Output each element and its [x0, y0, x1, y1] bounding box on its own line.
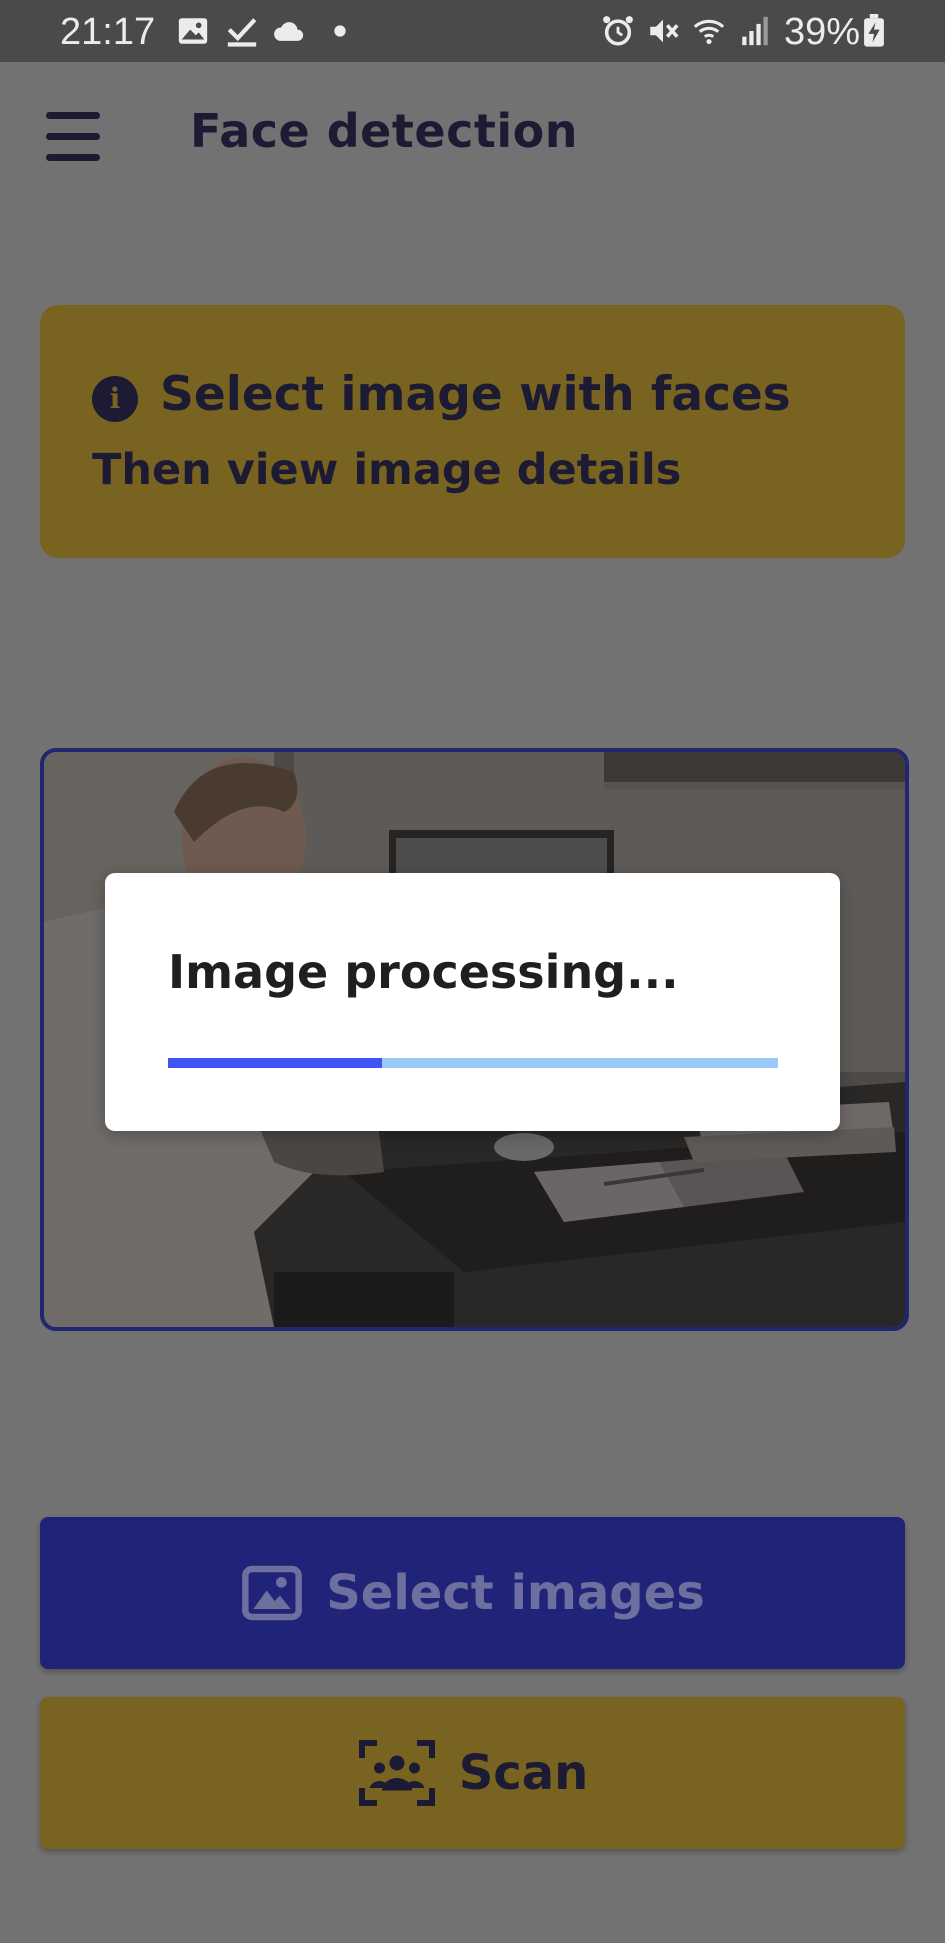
select-images-button[interactable]: Select images [40, 1517, 905, 1669]
check-icon [227, 18, 257, 47]
select-images-label: Select images [326, 1565, 705, 1621]
processing-dialog: Image processing... [105, 873, 840, 1131]
wifi-icon [693, 19, 725, 45]
progress-bar [168, 1058, 778, 1068]
info-subtitle: Then view image details [92, 445, 682, 495]
battery-charging-icon [864, 14, 884, 47]
alarm-icon [603, 16, 633, 46]
info-card: i Select image with faces Then view imag… [40, 305, 905, 558]
info-title: Select image with faces [160, 367, 791, 422]
dot-icon [334, 25, 346, 37]
page-title: Face detection [190, 104, 578, 158]
menu-button[interactable] [44, 110, 102, 162]
status-bar: 21:17 39% [0, 0, 945, 62]
battery-percentage: 39% [784, 11, 861, 53]
mute-icon [650, 19, 679, 43]
face-scan-icon [358, 1740, 435, 1806]
signal-icon [742, 16, 768, 46]
progress-bar-fill [168, 1058, 382, 1068]
hamburger-menu-icon [46, 112, 100, 119]
gallery-icon [178, 18, 208, 44]
info-icon: i [92, 376, 138, 422]
image-icon [242, 1565, 303, 1621]
scan-label: Scan [458, 1745, 589, 1801]
scan-button[interactable]: Scan [40, 1697, 905, 1849]
cloud-icon [274, 22, 304, 41]
status-time: 21:17 [60, 11, 156, 53]
processing-message: Image processing... [168, 945, 679, 999]
